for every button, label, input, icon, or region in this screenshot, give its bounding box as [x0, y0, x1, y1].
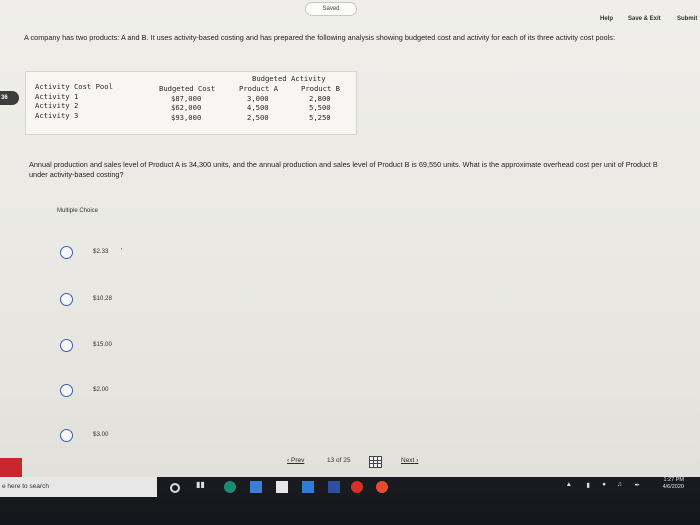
battery-icon[interactable]: ▮	[586, 481, 590, 489]
question-screen: Saved Help Save & Exit Submit A company …	[0, 0, 700, 477]
radio-button[interactable]	[60, 293, 73, 306]
question-number-tab[interactable]: 36	[0, 91, 19, 105]
multiple-choice-label: Multiple Choice	[57, 208, 99, 214]
submit-link[interactable]: Submit	[677, 16, 697, 22]
choice-label: $10.28	[93, 295, 112, 302]
volume-icon[interactable]: ♫	[617, 481, 622, 488]
total-pages: 25	[343, 457, 351, 464]
cell-b-2: 5,500	[309, 103, 331, 112]
prev-button[interactable]: ‹ Prev	[287, 457, 304, 464]
app-icon-green[interactable]	[224, 481, 236, 493]
saved-status: Saved	[305, 2, 357, 16]
cell-activity-1: Activity 1	[35, 91, 79, 101]
red-strip	[0, 458, 22, 477]
of-label: of	[336, 457, 342, 464]
grid-icon[interactable]	[369, 456, 382, 468]
clock-time[interactable]: 1:27 PM	[664, 477, 684, 483]
task-view-icon[interactable]: ▮▮	[196, 480, 208, 492]
app-icon-blue[interactable]	[250, 481, 262, 493]
current-page: 13	[327, 457, 335, 464]
cell-b-1: 2,800	[309, 93, 331, 103]
help-link[interactable]: Help	[600, 16, 613, 22]
cell-b-3: 5,250	[309, 112, 331, 122]
choice-label: $2.33	[93, 248, 109, 255]
col-activity-cost-pool: Activity Cost Pool Activity 1 Activity 2…	[35, 82, 113, 120]
budgeted-activity-header: Budgeted Activity	[252, 74, 326, 83]
choice-label: $2.00	[93, 386, 109, 393]
clock-date[interactable]: 4/6/2020	[663, 484, 684, 490]
choice-label: $15.00	[93, 341, 112, 348]
taskbar-search-input[interactable]: e here to search	[0, 477, 157, 497]
chevron-right-icon: ›	[414, 457, 419, 464]
question-pager: ‹ Prev 13 of 25 Next ›	[0, 456, 700, 473]
next-label: Next	[401, 457, 415, 464]
header-budgeted-cost: Budgeted Cost	[159, 84, 216, 93]
prev-label: Prev	[290, 457, 305, 464]
chevron-up-icon[interactable]: ▲	[566, 481, 572, 488]
radio-button[interactable]	[60, 246, 73, 259]
radio-button[interactable]	[60, 384, 73, 397]
save-exit-link[interactable]: Save & Exit	[628, 16, 661, 22]
cell-a-1: 3,000	[247, 93, 269, 103]
header-product-a: Product A	[239, 84, 278, 93]
question-text: Annual production and sales level of Pro…	[29, 160, 658, 179]
cell-cost-2: $62,000	[171, 103, 202, 112]
word-icon[interactable]	[328, 481, 340, 493]
windows-taskbar: e here to search ▮▮ ▲ ▮ ● ♫ ✒ 1:27 PM 4/…	[0, 477, 700, 525]
header-product-b: Product B	[301, 84, 340, 93]
cell-cost-3: $93,000	[171, 112, 202, 122]
next-button[interactable]: Next ›	[401, 457, 418, 464]
radio-button[interactable]	[60, 429, 73, 442]
network-icon[interactable]: ●	[602, 481, 606, 488]
store-icon[interactable]	[276, 481, 288, 493]
activity-table: Budgeted Activity Activity Cost Pool Act…	[25, 71, 357, 135]
col-product-a: Product A 3,000 4,500 2,500	[239, 84, 278, 122]
chrome-icon[interactable]	[376, 481, 388, 493]
mail-icon[interactable]	[302, 481, 314, 493]
choice-label: $3.00	[93, 431, 109, 438]
cell-a-3: 2,500	[247, 112, 269, 122]
cortana-icon[interactable]	[170, 483, 180, 493]
text-cursor-icon: '	[121, 248, 123, 255]
header-activity-cost-pool: Activity Cost Pool	[35, 82, 113, 91]
radio-button[interactable]	[60, 339, 73, 352]
col-product-b: Product B 2,800 5,500 5,250	[301, 84, 340, 122]
cell-a-2: 4,500	[247, 103, 269, 112]
pen-icon[interactable]: ✒	[635, 481, 640, 489]
cell-cost-1: $87,000	[171, 93, 202, 103]
page-indicator: 13 of 25	[327, 457, 351, 464]
cell-activity-2: Activity 2	[35, 101, 79, 110]
app-icon-red[interactable]	[351, 481, 363, 493]
cell-activity-3: Activity 3	[35, 110, 79, 120]
col-budgeted-cost: Budgeted Cost $87,000 $62,000 $93,000	[159, 84, 215, 122]
question-intro: A company has two products: A and B. It …	[24, 33, 615, 42]
